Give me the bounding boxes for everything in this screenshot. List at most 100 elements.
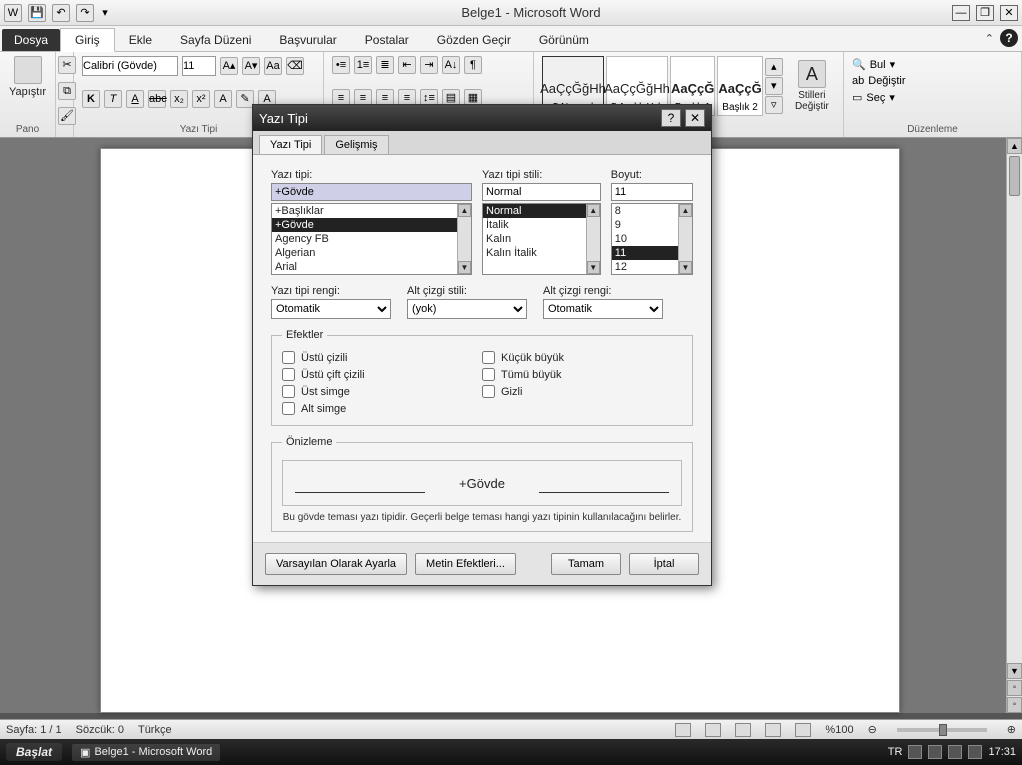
effect-superscript[interactable]: Üst simge — [282, 383, 482, 400]
close-icon[interactable]: ✕ — [1000, 5, 1018, 21]
tab-review[interactable]: Gözden Geçir — [423, 29, 525, 51]
underline-icon[interactable]: A — [126, 90, 144, 108]
dialog-tab-font[interactable]: Yazı Tipi — [259, 135, 322, 154]
increase-indent-icon[interactable]: ⇥ — [420, 56, 438, 74]
file-tab[interactable]: Dosya — [2, 29, 60, 51]
view-web-icon[interactable] — [735, 723, 751, 737]
prev-page-icon[interactable]: ◦ — [1007, 680, 1022, 696]
tab-insert[interactable]: Ekle — [115, 29, 166, 51]
clear-formatting-icon[interactable]: ⌫ — [286, 57, 304, 75]
dialog-help-icon[interactable]: ? — [661, 109, 681, 127]
font-field-input[interactable] — [271, 183, 472, 201]
dialog-close-icon[interactable]: ✕ — [685, 109, 705, 127]
taskbar-item-word[interactable]: ▣ Belge1 - Microsoft Word — [72, 744, 220, 761]
replace-button[interactable]: abDeğiştir — [852, 73, 1013, 89]
shrink-font-icon[interactable]: A▾ — [242, 57, 260, 75]
change-styles-button[interactable]: A Stilleri Değiştir — [789, 60, 835, 112]
effect-strikethrough[interactable]: Üstü çizili — [282, 349, 482, 366]
find-button[interactable]: 🔍Bul ▾ — [852, 56, 1013, 73]
effect-allcaps[interactable]: Tümü büyük — [482, 366, 682, 383]
size-listbox[interactable]: 8 9 10 11 12 ▲▼ — [611, 203, 693, 275]
bullets-icon[interactable]: •≡ — [332, 56, 350, 74]
superscript-icon[interactable]: x² — [192, 90, 210, 108]
status-page[interactable]: Sayfa: 1 / 1 — [6, 724, 62, 736]
dialog-titlebar[interactable]: Yazı Tipi ? ✕ — [253, 105, 711, 131]
tab-mailings[interactable]: Postalar — [351, 29, 423, 51]
tray-clock[interactable]: 17:31 — [988, 746, 1016, 758]
scroll-down-icon[interactable]: ▼ — [1007, 663, 1022, 679]
tray-icon-1[interactable] — [908, 745, 922, 759]
paste-button[interactable]: Yapıştır — [8, 56, 47, 98]
strikethrough-icon[interactable]: abc — [148, 90, 166, 108]
tray-icon-2[interactable] — [928, 745, 942, 759]
bold-icon[interactable]: K — [82, 90, 100, 108]
style-heading2[interactable]: AaÇçĞ Başlık 2 — [717, 56, 762, 116]
change-case-icon[interactable]: Aa — [264, 57, 282, 75]
ribbon-minimize-icon[interactable]: ⌃ — [985, 29, 994, 47]
start-button[interactable]: Başlat — [6, 743, 62, 761]
help-icon[interactable]: ? — [1000, 29, 1018, 47]
styles-more-icon[interactable]: ▿ — [765, 96, 783, 114]
font-listbox[interactable]: +Başlıklar +Gövde Agency FB Algerian Ari… — [271, 203, 472, 275]
style-list-scrollbar[interactable]: ▲▼ — [586, 204, 600, 274]
paragraph-marks-icon[interactable]: ¶ — [464, 56, 482, 74]
tab-view[interactable]: Görünüm — [525, 29, 603, 51]
tray-icon-3[interactable] — [948, 745, 962, 759]
dialog-tab-advanced[interactable]: Gelişmiş — [324, 135, 388, 154]
style-field-input[interactable] — [482, 183, 601, 201]
status-language[interactable]: Türkçe — [138, 724, 172, 736]
grow-font-icon[interactable]: A▴ — [220, 57, 238, 75]
numbering-icon[interactable]: 1≡ — [354, 56, 372, 74]
minimize-icon[interactable]: — — [952, 5, 970, 21]
view-print-layout-icon[interactable] — [675, 723, 691, 737]
font-name-combo[interactable] — [82, 56, 178, 76]
subscript-icon[interactable]: x₂ — [170, 90, 188, 108]
text-effects-button[interactable]: Metin Efektleri... — [415, 553, 516, 575]
multilevel-icon[interactable]: ≣ — [376, 56, 394, 74]
font-list-scrollbar[interactable]: ▲▼ — [457, 204, 471, 274]
tab-pagelayout[interactable]: Sayfa Düzeni — [166, 29, 265, 51]
tray-language[interactable]: TR — [888, 746, 903, 758]
zoom-out-icon[interactable]: ⊖ — [868, 723, 877, 736]
font-size-combo[interactable] — [182, 56, 216, 76]
save-icon[interactable]: 💾 — [28, 4, 46, 22]
scroll-thumb[interactable] — [1009, 156, 1020, 196]
zoom-slider[interactable] — [897, 728, 987, 732]
restore-icon[interactable]: ❐ — [976, 5, 994, 21]
underline-style-dropdown[interactable]: (yok) — [407, 299, 527, 319]
select-button[interactable]: ▭Seç ▾ — [852, 89, 1013, 106]
view-fullscreen-icon[interactable] — [705, 723, 721, 737]
scroll-up-icon[interactable]: ▲ — [1007, 138, 1022, 154]
decrease-indent-icon[interactable]: ⇤ — [398, 56, 416, 74]
tab-references[interactable]: Başvurular — [265, 29, 350, 51]
effect-hidden[interactable]: Gizli — [482, 383, 682, 400]
tab-home[interactable]: Giriş — [60, 28, 115, 52]
ok-button[interactable]: Tamam — [551, 553, 621, 575]
view-outline-icon[interactable] — [765, 723, 781, 737]
view-draft-icon[interactable] — [795, 723, 811, 737]
size-field-input[interactable] — [611, 183, 693, 201]
style-listbox[interactable]: Normal İtalik Kalın Kalın İtalik ▲▼ — [482, 203, 601, 275]
vertical-scrollbar[interactable]: ▲ ▼ ◦ ◦ — [1006, 138, 1022, 713]
zoom-slider-knob[interactable] — [939, 724, 947, 736]
undo-icon[interactable]: ↶ — [52, 4, 70, 22]
set-default-button[interactable]: Varsayılan Olarak Ayarla — [265, 553, 407, 575]
effect-smallcaps[interactable]: Küçük büyük — [482, 349, 682, 366]
italic-icon[interactable]: T — [104, 90, 122, 108]
effect-subscript[interactable]: Alt simge — [282, 400, 482, 417]
font-color-dropdown[interactable]: Otomatik — [271, 299, 391, 319]
zoom-percent[interactable]: %100 — [825, 724, 853, 736]
qat-dropdown-icon[interactable]: ▾ — [100, 4, 110, 22]
size-list-scrollbar[interactable]: ▲▼ — [678, 204, 692, 274]
styles-up-icon[interactable]: ▴ — [765, 58, 783, 76]
effect-double-strikethrough[interactable]: Üstü çift çizili — [282, 366, 482, 383]
styles-down-icon[interactable]: ▾ — [765, 77, 783, 95]
next-page-icon[interactable]: ◦ — [1007, 697, 1022, 713]
sort-icon[interactable]: A↓ — [442, 56, 460, 74]
text-effects-icon[interactable]: A — [214, 90, 232, 108]
underline-color-dropdown[interactable]: Otomatik — [543, 299, 663, 319]
cancel-button[interactable]: İptal — [629, 553, 699, 575]
zoom-in-icon[interactable]: ⊕ — [1007, 723, 1016, 736]
status-words[interactable]: Sözcük: 0 — [76, 724, 124, 736]
tray-icon-4[interactable] — [968, 745, 982, 759]
